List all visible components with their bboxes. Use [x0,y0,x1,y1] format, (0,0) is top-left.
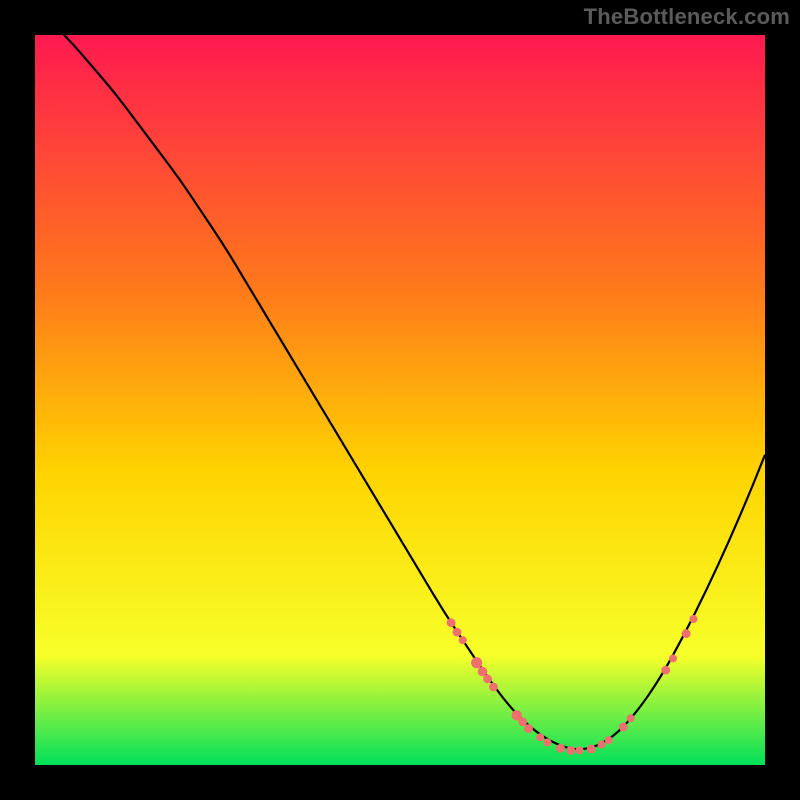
curve-marker [619,723,628,732]
chart-frame: TheBottleneck.com [0,0,800,800]
curve-marker [605,736,613,744]
gradient-background [35,35,765,765]
curve-marker [627,714,635,722]
curve-marker [661,666,670,675]
plot-area [35,35,765,765]
curve-marker [459,636,467,644]
curve-marker [669,654,677,662]
curve-marker [682,629,691,638]
curve-marker [518,718,527,727]
curve-marker [483,674,492,683]
curve-marker [489,682,498,691]
curve-marker [524,724,533,733]
curve-marker [536,733,544,741]
curve-marker [543,738,551,746]
curve-marker [597,741,605,749]
chart-svg [35,35,765,765]
curve-marker [587,745,596,754]
curve-marker [689,615,697,623]
curve-marker [453,628,462,637]
curve-marker [576,746,584,754]
watermark-text: TheBottleneck.com [584,4,790,30]
curve-marker [566,746,575,755]
curve-marker [556,744,565,753]
curve-marker [471,657,482,668]
curve-marker [447,618,456,627]
